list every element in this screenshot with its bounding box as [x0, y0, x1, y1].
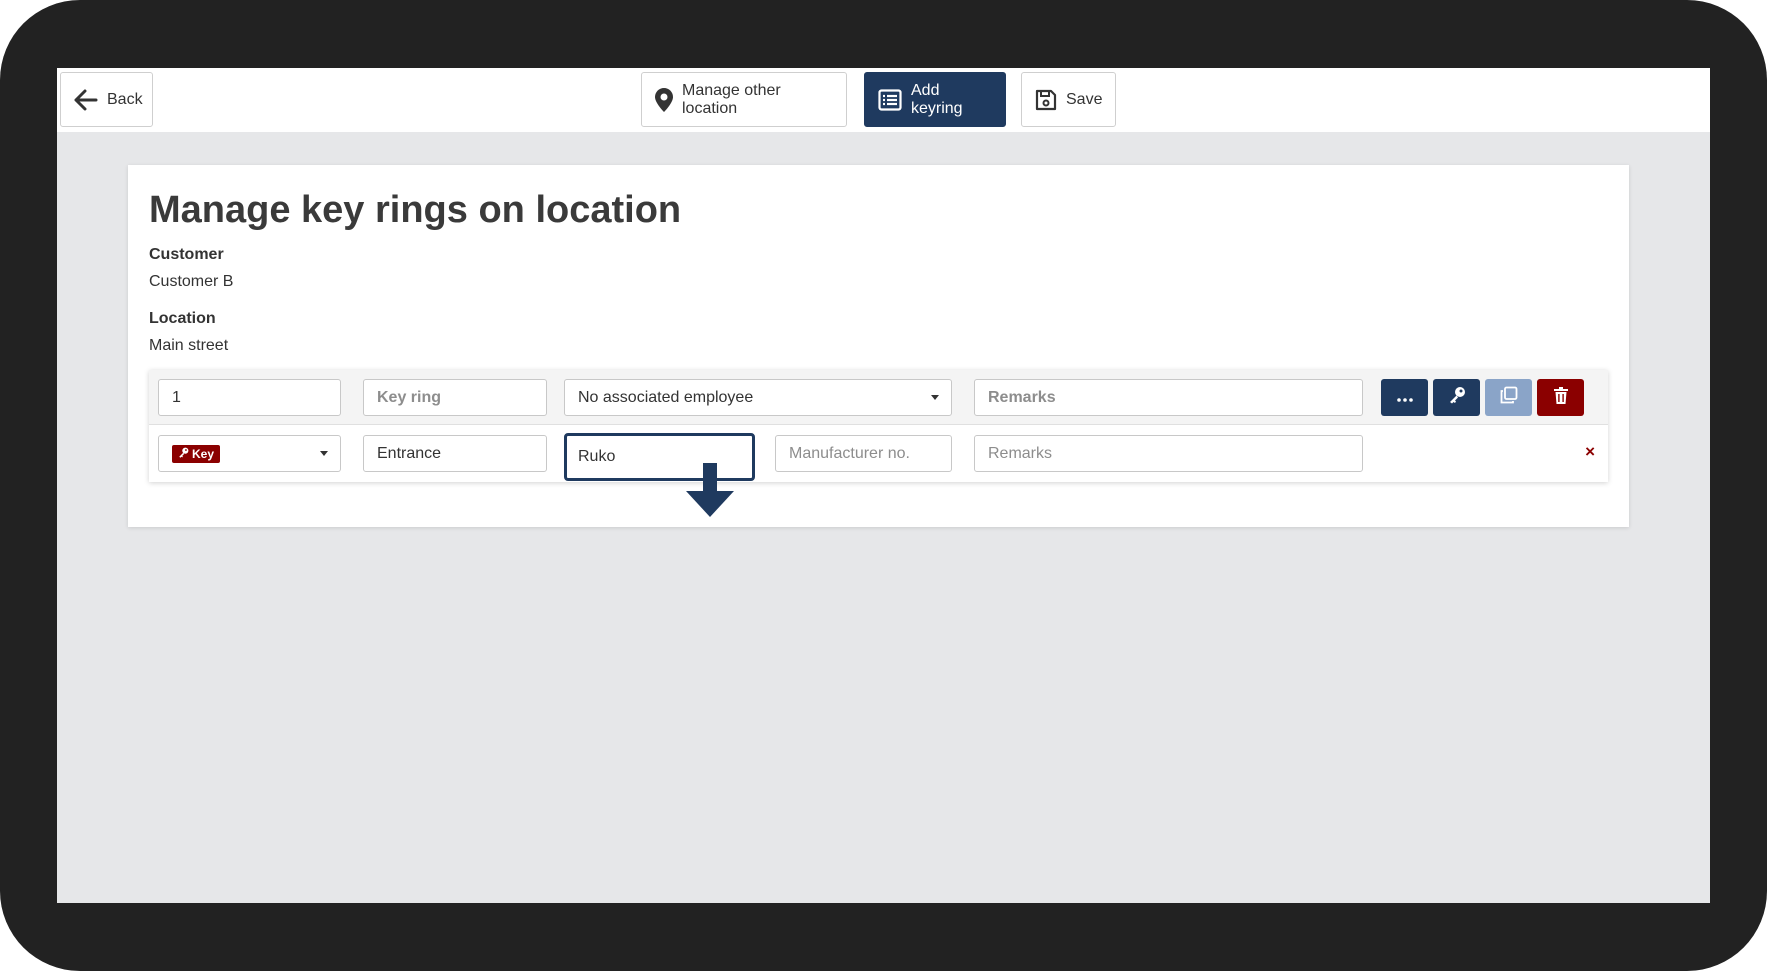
location-label: Location — [149, 310, 216, 327]
key-remarks-input[interactable]: Remarks — [974, 435, 1363, 472]
floppy-disk-icon — [1035, 89, 1057, 111]
key-icon — [1448, 386, 1466, 409]
ellipsis-icon — [1396, 389, 1413, 407]
arrow-left-icon — [74, 89, 98, 111]
location-value: Main street — [149, 337, 229, 354]
keyring-name-input[interactable]: Key ring — [363, 379, 547, 416]
save-button[interactable]: Save — [1021, 72, 1116, 127]
manufacturer-number-input[interactable]: Manufacturer no. — [775, 435, 952, 472]
save-button-label: Save — [1066, 90, 1103, 108]
manage-other-location-button[interactable]: Manage other location — [641, 72, 847, 127]
key-icon — [178, 447, 189, 461]
map-pin-icon — [655, 87, 673, 112]
keyring-number-input[interactable]: 1 — [158, 379, 341, 416]
more-options-button[interactable] — [1381, 379, 1428, 416]
key-type-badge-label: Key — [192, 446, 215, 461]
page-title: Manage key rings on location — [149, 189, 682, 231]
customer-value: Customer B — [149, 273, 234, 290]
add-keyring-button[interactable]: Add keyring — [864, 72, 1006, 127]
keyring-remarks-input[interactable]: Remarks — [974, 379, 1363, 416]
copy-keyring-button[interactable] — [1485, 379, 1532, 416]
employee-select-value: No associated employee — [578, 388, 754, 406]
keyring-panel: 1 Key ring No associated employee Remark… — [149, 370, 1608, 482]
trash-icon — [1553, 386, 1568, 409]
key-type-badge: Key — [172, 444, 221, 463]
arrow-down-icon — [686, 463, 734, 517]
add-key-button[interactable] — [1433, 379, 1480, 416]
keyring-header-row: 1 Key ring No associated employee Remark… — [149, 370, 1608, 425]
device-frame: Back Manage other location Add keyring S… — [0, 0, 1767, 971]
employee-select[interactable]: No associated employee — [564, 379, 952, 416]
caret-down-icon — [931, 395, 939, 400]
back-button[interactable]: Back — [60, 72, 153, 127]
list-icon — [878, 88, 902, 111]
copy-icon — [1500, 386, 1518, 409]
remove-key-button[interactable]: × — [1585, 442, 1595, 462]
key-name-input[interactable]: Entrance — [363, 435, 547, 472]
key-type-select[interactable]: Key — [158, 435, 341, 472]
top-toolbar: Back Manage other location Add keyring S… — [57, 68, 1710, 132]
caret-down-icon — [320, 451, 328, 456]
manage-other-location-label: Manage other location — [682, 81, 781, 117]
delete-keyring-button[interactable] — [1537, 379, 1584, 416]
customer-label: Customer — [149, 246, 224, 263]
app-screen: Back Manage other location Add keyring S… — [57, 68, 1710, 903]
keyring-management-card: Manage key rings on location Customer Cu… — [128, 165, 1629, 527]
back-button-label: Back — [107, 90, 143, 108]
add-keyring-label: Add keyring — [911, 81, 963, 117]
